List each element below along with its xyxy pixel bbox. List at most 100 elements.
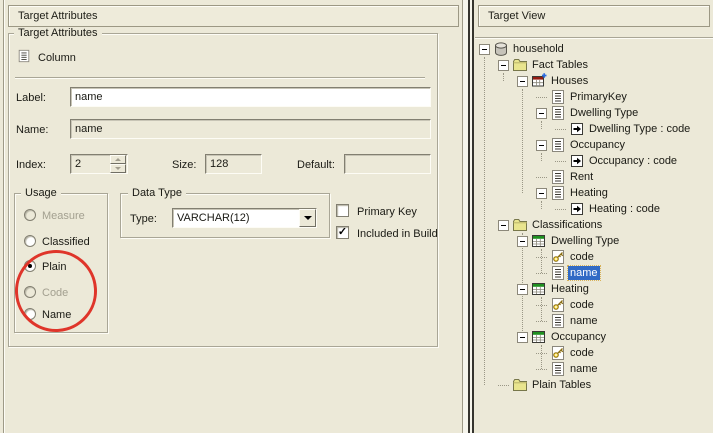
tree-item-dwelling-type-column[interactable]: Dwelling Type xyxy=(477,105,711,121)
down-arrow-icon xyxy=(115,167,121,170)
tree-connector-stub xyxy=(555,161,566,162)
link-icon xyxy=(569,201,585,217)
column-icon xyxy=(550,185,566,201)
link-icon xyxy=(569,153,585,169)
classification-table-icon xyxy=(531,329,547,345)
column-type-label: Column xyxy=(38,52,76,64)
column-icon xyxy=(550,361,566,377)
collapse-expander-icon[interactable] xyxy=(536,140,547,151)
label-field-label: Label: xyxy=(16,92,46,104)
tree-connector-stub xyxy=(555,209,566,210)
tree-item-plain-tables[interactable]: Plain Tables xyxy=(477,377,711,393)
collapse-expander-icon[interactable] xyxy=(498,60,509,71)
database-icon xyxy=(493,41,509,57)
tree-connector-stub xyxy=(536,257,547,258)
size-field-label: Size: xyxy=(172,159,196,171)
name-field-label: Name: xyxy=(16,124,48,136)
collapse-expander-icon[interactable] xyxy=(517,76,528,87)
splitter-dark-line xyxy=(472,0,474,433)
type-dropdown[interactable]: VARCHAR(12) xyxy=(172,208,317,228)
link-icon xyxy=(569,121,585,137)
tree-area-separator xyxy=(475,37,713,39)
fact-table-icon xyxy=(531,73,547,89)
tree-item-primarykey[interactable]: PrimaryKey xyxy=(477,89,711,105)
collapse-expander-icon[interactable] xyxy=(517,284,528,295)
label-input[interactable] xyxy=(70,87,431,107)
tree-item-fact-tables[interactable]: Fact Tables xyxy=(477,57,711,73)
tree-item-dwelling-type-code[interactable]: code xyxy=(477,249,711,265)
tree-connector-stub xyxy=(536,177,547,178)
type-dropdown-value: VARCHAR(12) xyxy=(173,212,299,224)
radio-measure-label: Measure xyxy=(42,210,85,222)
spin-up-button xyxy=(110,155,126,164)
classification-table-icon xyxy=(531,233,547,249)
up-arrow-icon xyxy=(115,158,121,161)
tree-connector-stub xyxy=(536,369,547,370)
target-attributes-group-title: Target Attributes xyxy=(14,27,102,39)
separator-line xyxy=(15,77,425,79)
dropdown-arrow-icon xyxy=(304,216,312,220)
tree-item-heating-class[interactable]: Heating xyxy=(477,281,711,297)
primary-key-label[interactable]: Primary Key xyxy=(357,206,417,218)
tree-item-heating-column[interactable]: Heating xyxy=(477,185,711,201)
tree-connector-stub xyxy=(536,97,547,98)
key-column-icon xyxy=(550,297,566,313)
index-field-label: Index: xyxy=(16,159,46,171)
tree-item-rent[interactable]: Rent xyxy=(477,169,711,185)
tree-item-classifications[interactable]: Classifications xyxy=(477,217,711,233)
collapse-expander-icon[interactable] xyxy=(479,44,490,55)
collapse-expander-icon[interactable] xyxy=(517,332,528,343)
column-icon xyxy=(550,137,566,153)
data-type-group-title: Data Type xyxy=(128,187,186,199)
tree-item-houses[interactable]: Houses xyxy=(477,73,711,89)
tree-connector-stub xyxy=(555,129,566,130)
tree-item-occupancy-code[interactable]: code xyxy=(477,345,711,361)
default-field-label: Default: xyxy=(297,159,335,171)
collapse-expander-icon[interactable] xyxy=(498,220,509,231)
left-pane-title: Target Attributes xyxy=(18,10,98,22)
collapse-expander-icon[interactable] xyxy=(517,236,528,247)
type-label: Type: xyxy=(130,213,157,225)
target-view-tree: household Fact Tables Houses PrimaryKey … xyxy=(477,41,711,393)
tree-connector-stub xyxy=(536,305,547,306)
left-pane-frame-highlight xyxy=(4,0,5,433)
tree-item-heating-name[interactable]: name xyxy=(477,313,711,329)
usage-group-title: Usage xyxy=(21,187,61,199)
included-in-build-checkbox[interactable]: ✓ xyxy=(336,226,349,239)
included-in-build-label[interactable]: Included in Build xyxy=(357,228,438,240)
key-column-icon xyxy=(550,249,566,265)
radio-measure xyxy=(24,209,36,221)
tree-item-occupancy-name[interactable]: name xyxy=(477,361,711,377)
name-readonly-field: name xyxy=(70,119,431,139)
index-spin-buttons xyxy=(110,155,126,173)
column-icon xyxy=(550,313,566,329)
column-icon xyxy=(17,49,31,63)
dropdown-button[interactable] xyxy=(299,209,316,227)
folder-icon xyxy=(512,217,528,233)
tree-item-occupancy-code-link[interactable]: Occupancy : code xyxy=(477,153,711,169)
right-pane-caption: Target View xyxy=(478,5,710,27)
right-pane-title: Target View xyxy=(488,10,545,22)
tree-item-heating-code[interactable]: code xyxy=(477,297,711,313)
tree-item-occupancy-column[interactable]: Occupancy xyxy=(477,137,711,153)
radio-classified[interactable] xyxy=(24,235,36,247)
radio-classified-label[interactable]: Classified xyxy=(42,236,90,248)
size-readonly-field: 128 xyxy=(205,154,262,174)
primary-key-checkbox[interactable] xyxy=(336,204,349,217)
column-icon xyxy=(550,265,566,281)
tree-connector-stub xyxy=(498,385,509,386)
spin-down-button xyxy=(110,164,126,173)
column-icon xyxy=(550,89,566,105)
tree-item-occupancy-class[interactable]: Occupancy xyxy=(477,329,711,345)
tree-item-dwelling-type-code-link[interactable]: Dwelling Type : code xyxy=(477,121,711,137)
column-icon xyxy=(550,105,566,121)
collapse-expander-icon[interactable] xyxy=(536,188,547,199)
collapse-expander-icon[interactable] xyxy=(536,108,547,119)
tree-item-household[interactable]: household xyxy=(477,41,711,57)
classification-table-icon xyxy=(531,281,547,297)
tree-item-dwelling-type-name-selected[interactable]: name xyxy=(477,265,711,281)
checkbox-check-icon: ✓ xyxy=(338,226,347,238)
tree-item-dwelling-type-class[interactable]: Dwelling Type xyxy=(477,233,711,249)
application-window: Target Attributes Target Attributes Colu… xyxy=(0,0,713,433)
tree-item-heating-code-link[interactable]: Heating : code xyxy=(477,201,711,217)
